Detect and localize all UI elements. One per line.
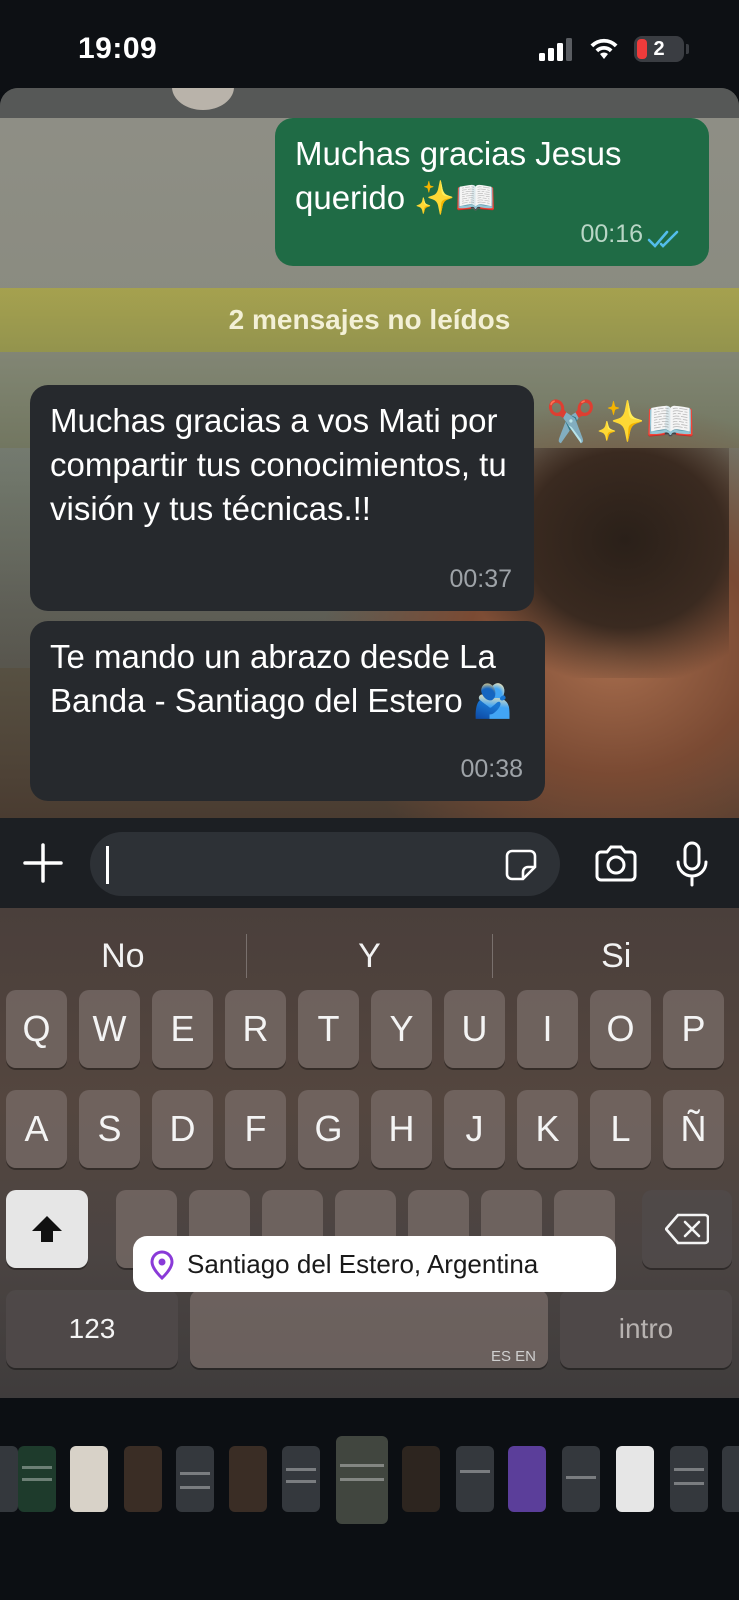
- key-i[interactable]: I: [517, 990, 578, 1068]
- media-thumbnail[interactable]: [562, 1446, 600, 1512]
- status-time: 19:09: [78, 32, 158, 65]
- shift-key[interactable]: [6, 1190, 88, 1268]
- camera-icon[interactable]: [593, 844, 639, 884]
- key-j[interactable]: J: [444, 1090, 505, 1168]
- message-time: 00:37: [449, 565, 512, 593]
- recent-media-strip: [0, 1398, 739, 1600]
- media-thumbnail[interactable]: [70, 1446, 108, 1512]
- key-k[interactable]: K: [517, 1090, 578, 1168]
- read-ticks-icon: [647, 230, 679, 248]
- status-indicators: 2: [538, 36, 689, 62]
- media-thumbnail[interactable]: [176, 1446, 214, 1512]
- outgoing-message[interactable]: Muchas gracias Jesus querido ✨📖 00:16: [275, 118, 709, 266]
- key-s[interactable]: S: [79, 1090, 140, 1168]
- unread-messages-banner: 2 mensajes no leídos: [0, 288, 739, 352]
- key-o[interactable]: O: [590, 990, 651, 1068]
- key-h[interactable]: H: [371, 1090, 432, 1168]
- key-w[interactable]: W: [79, 990, 140, 1068]
- battery-level: 2: [653, 37, 665, 60]
- status-bar: 19:09 2: [0, 0, 739, 92]
- wifi-icon: [590, 38, 618, 59]
- suggestion-item[interactable]: No: [0, 926, 246, 986]
- incoming-message[interactable]: Muchas gracias a vos Mati por compartir …: [30, 385, 534, 611]
- media-thumbnail-selected[interactable]: [336, 1436, 388, 1524]
- chat-header: [0, 88, 739, 118]
- return-key[interactable]: intro: [560, 1290, 732, 1368]
- key-q[interactable]: Q: [6, 990, 67, 1068]
- space-key[interactable]: ES EN: [190, 1290, 548, 1368]
- key-y[interactable]: Y: [371, 990, 432, 1068]
- key-u[interactable]: U: [444, 990, 505, 1068]
- numbers-key[interactable]: 123: [6, 1290, 178, 1368]
- location-pin-icon: [150, 1250, 174, 1280]
- battery-icon: 2: [634, 36, 684, 62]
- cellular-signal-icon: [539, 38, 572, 61]
- media-thumbnail[interactable]: [402, 1446, 440, 1512]
- plus-icon[interactable]: [22, 842, 64, 884]
- media-thumbnail[interactable]: [616, 1446, 654, 1512]
- key-enye[interactable]: Ñ: [663, 1090, 724, 1168]
- message-input[interactable]: [90, 832, 560, 896]
- media-thumbnail[interactable]: [0, 1446, 18, 1512]
- sticker-icon[interactable]: [504, 848, 538, 882]
- media-thumbnail[interactable]: [508, 1446, 546, 1512]
- text-caret: [106, 846, 109, 884]
- message-text: Muchas gracias a vos Mati por compartir …: [50, 402, 507, 527]
- location-suggestion-label: Santiago del Estero, Argentina: [187, 1249, 539, 1279]
- media-thumbnail[interactable]: [670, 1446, 708, 1512]
- suggestion-item[interactable]: Si: [493, 926, 739, 986]
- media-thumbnail[interactable]: [18, 1446, 56, 1512]
- key-a[interactable]: A: [6, 1090, 67, 1168]
- keyboard-suggestions: No Y Si: [0, 926, 739, 986]
- media-thumbnail[interactable]: [456, 1446, 494, 1512]
- chat-area[interactable]: Muchas gracias Jesus querido ✨📖 00:16 2 …: [0, 88, 739, 818]
- key-d[interactable]: D: [152, 1090, 213, 1168]
- media-thumbnail[interactable]: [229, 1446, 267, 1512]
- location-suggestion[interactable]: Santiago del Estero, Argentina: [133, 1236, 616, 1292]
- media-thumbnail[interactable]: [722, 1446, 739, 1512]
- key-e[interactable]: E: [152, 990, 213, 1068]
- key-g[interactable]: G: [298, 1090, 359, 1168]
- microphone-icon[interactable]: [673, 840, 711, 888]
- message-text: Te mando un abrazo desde La Banda - Sant…: [50, 638, 514, 719]
- key-t[interactable]: T: [298, 990, 359, 1068]
- backspace-key[interactable]: [642, 1190, 732, 1268]
- key-l[interactable]: L: [590, 1090, 651, 1168]
- contact-avatar[interactable]: [172, 88, 234, 110]
- message-text: Muchas gracias Jesus querido ✨📖: [295, 135, 622, 216]
- keyboard: No Y Si Q W E R T Y U I O P A S D F G H …: [0, 908, 739, 1398]
- backspace-icon: [664, 1213, 710, 1245]
- incoming-message[interactable]: Te mando un abrazo desde La Banda - Sant…: [30, 621, 545, 801]
- key-p[interactable]: P: [663, 990, 724, 1068]
- message-input-bar: [0, 818, 739, 908]
- key-r[interactable]: R: [225, 990, 286, 1068]
- media-thumbnail[interactable]: [282, 1446, 320, 1512]
- key-f[interactable]: F: [225, 1090, 286, 1168]
- shift-icon: [32, 1216, 62, 1242]
- suggestion-item[interactable]: Y: [247, 926, 493, 986]
- message-time: 00:38: [460, 755, 523, 783]
- message-time: 00:16: [580, 220, 643, 248]
- media-thumbnail[interactable]: [124, 1446, 162, 1512]
- message-reaction[interactable]: ✂️✨📖: [546, 400, 695, 444]
- language-label: ES EN: [490, 1348, 536, 1365]
